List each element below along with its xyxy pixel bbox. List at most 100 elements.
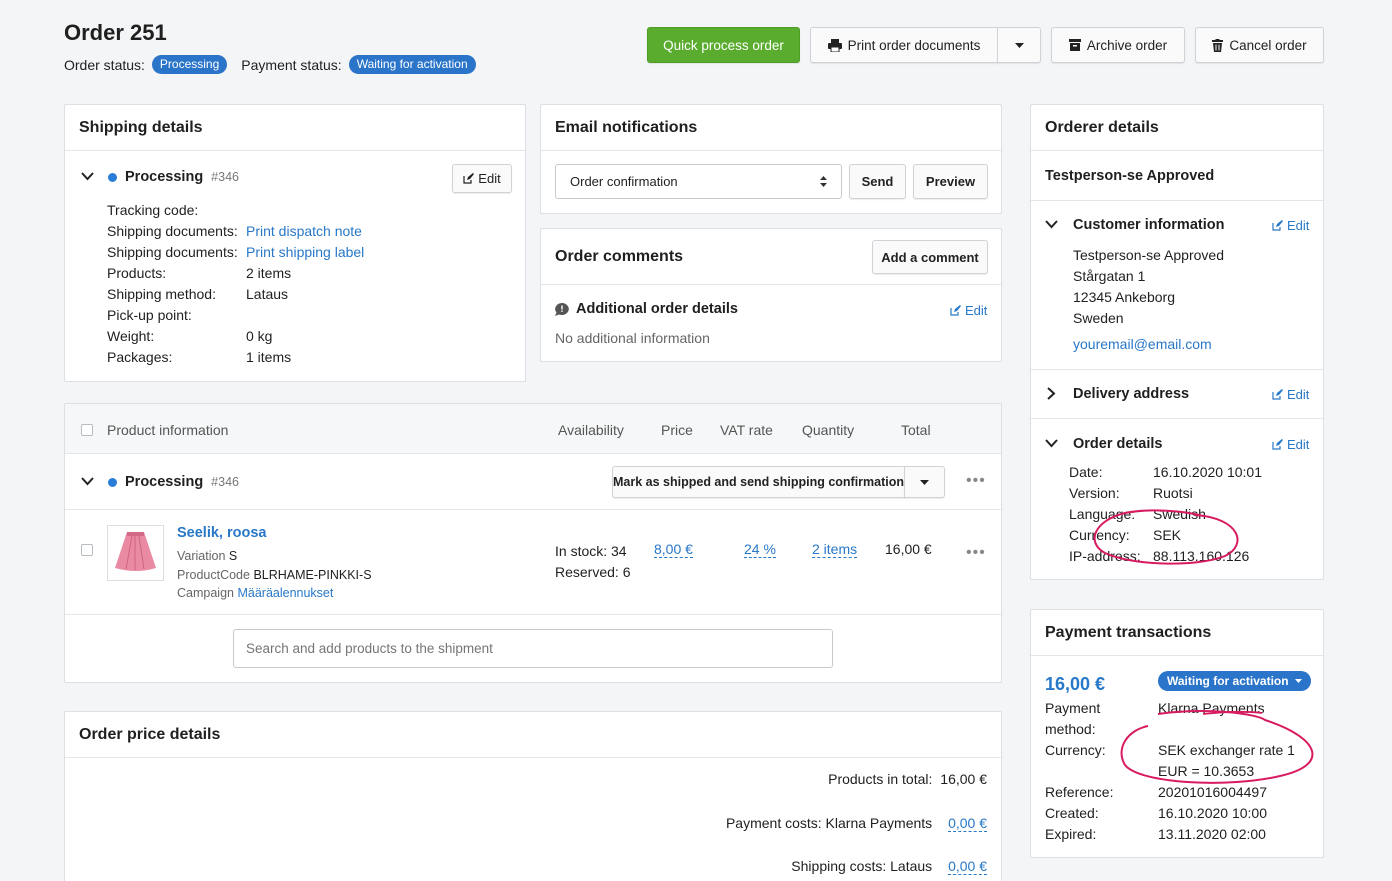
chevron-down-icon[interactable] [81,477,94,486]
archive-order-button[interactable]: Archive order [1051,27,1185,63]
caret-down-icon [920,479,929,485]
mark-shipped-button[interactable]: Mark as shipped and send shipping confir… [612,466,905,498]
chevron-down-icon[interactable] [81,172,94,181]
quantity-value[interactable]: 2 items [812,541,858,558]
pickup-point-value [246,307,364,324]
dispatch-note-label: Shipping documents: [107,223,238,239]
shipping-details-card: Shipping details Processing #346 Edit Tr… [64,104,526,382]
weight-value: 0 kg [246,328,273,344]
payment-method-label-line: method: [1045,721,1096,737]
product-checkbox[interactable] [81,544,93,556]
payment-costs-value[interactable]: 0,00 € [948,815,987,832]
product-thumbnail[interactable] [107,525,164,581]
column-price: Price [661,422,693,438]
shipment-status: Processing #346 [108,169,239,185]
total-value: 16,00 € [885,541,932,557]
add-comment-button[interactable]: Add a comment [872,240,988,274]
quick-process-button[interactable]: Quick process order [647,27,800,63]
products-total-value: 16,00 € [940,771,987,787]
language-label: Language: [1069,506,1136,522]
shipment-status-label: Processing [125,474,204,490]
shipment-more-icon[interactable]: ••• [966,472,986,490]
product-code-value: BLRHAME-PINKKI-S [253,567,372,582]
column-product: Product information [107,422,229,438]
weight-label: Weight: [107,328,155,344]
skirt-image-icon [115,532,156,571]
tracking-code-value [246,202,364,219]
price-value[interactable]: 8,00 € [654,541,693,558]
status-row: Order status: Processing Payment status:… [64,55,476,74]
divider [1031,418,1323,419]
payment-method-value: Klarna Payments [1158,700,1265,716]
date-label: Date: [1069,464,1103,480]
delivery-edit-link[interactable]: Edit [1272,387,1309,402]
shipping-costs-value[interactable]: 0,00 € [948,858,987,875]
shipping-edit-button[interactable]: Edit [452,164,512,193]
created-label: Created: [1045,805,1099,821]
column-quantity: Quantity [802,422,855,438]
chevron-down-icon[interactable] [1045,220,1058,229]
currency-value: SEK [1153,527,1182,543]
print-shipping-label-link[interactable]: Print shipping label [246,244,364,261]
page-title: Order 251 [64,20,167,45]
add-product-search-input[interactable] [233,629,833,668]
email-template-value: Order confirmation [570,174,678,189]
additional-details-edit-link[interactable]: Edit [950,303,987,318]
customer-edit-label: Edit [1287,218,1310,233]
reserved: Reserved: 6 [555,564,631,580]
payment-status-dropdown[interactable]: Waiting for activation [1158,671,1311,691]
customer-edit-link[interactable]: Edit [1272,218,1309,233]
mark-shipped-dropdown[interactable] [904,466,945,498]
email-template-select[interactable]: Order confirmation [555,164,842,199]
additional-details-edit-label: Edit [965,303,988,318]
payment-amount: 16,00 € [1045,674,1106,694]
select-all-checkbox[interactable] [81,424,93,436]
shipping-edit-label: Edit [478,171,501,186]
send-button[interactable]: Send [849,164,906,199]
orderer-details-card: Orderer details Testperson-se Approved C… [1030,104,1324,580]
edit-icon [463,173,475,184]
expired-value: 13.11.2020 02:00 [1158,826,1266,842]
shipment-status: Processing #346 [108,474,239,490]
payment-method-label-line: Payment [1045,700,1101,716]
customer-email-link[interactable]: youremail@email.com [1073,336,1212,352]
address-line: Sweden [1073,310,1124,326]
print-documents-button[interactable]: Print order documents [810,27,998,63]
orderer-details-title: Orderer details [1031,105,1323,151]
variation-value: S [228,549,238,563]
chevron-down-icon[interactable] [1045,439,1058,448]
vat-value[interactable]: 24 % [744,541,776,558]
campaign-link[interactable]: Määräalennukset [237,586,333,600]
customer-address: Testperson-se Approved Stårgatan 1 12345… [1073,245,1224,329]
cancel-order-label: Cancel order [1229,37,1307,53]
preview-button[interactable]: Preview [913,164,988,199]
column-availability: Availability [558,422,624,438]
address-line: 12345 Ankeborg [1073,289,1175,305]
packages-value: 1 items [246,349,292,365]
language-value: Swedish [1153,506,1206,522]
order-price-details-title: Order price details [65,712,1001,758]
shipping-method-value: Lataus [246,286,289,302]
print-documents-dropdown[interactable] [997,27,1041,63]
order-status-badge: Processing [151,55,228,74]
products-card: Product information Availability Price V… [64,403,1002,683]
products-total-row: Products in total: 16,00 € [828,771,987,787]
expired-label: Expired: [1045,826,1097,842]
additional-details-title: Additional order details [576,301,738,317]
order-details-edit-link[interactable]: Edit [1272,437,1309,452]
shipping-detail-list: Tracking code: Shipping documents: Print … [107,202,364,366]
edit-icon [1272,220,1283,231]
cancel-order-button[interactable]: Cancel order [1195,27,1324,63]
product-more-icon[interactable]: ••• [966,544,986,562]
campaign-label: Campaign [177,586,234,600]
payment-transactions-card: Payment transactions 16,00 € Waiting for… [1030,609,1324,858]
product-code-label: ProductCode [177,567,250,582]
status-dot [108,477,117,487]
reference-value: 20201016004497 [1158,784,1268,800]
email-notifications-title: Email notifications [541,105,1001,151]
address-line: Stårgatan 1 [1073,268,1146,284]
shipment-number: #346 [211,475,239,489]
print-dispatch-note-link[interactable]: Print dispatch note [246,223,364,240]
product-name-link[interactable]: Seelik, roosa [177,525,266,541]
chevron-right-icon[interactable] [1047,387,1056,400]
